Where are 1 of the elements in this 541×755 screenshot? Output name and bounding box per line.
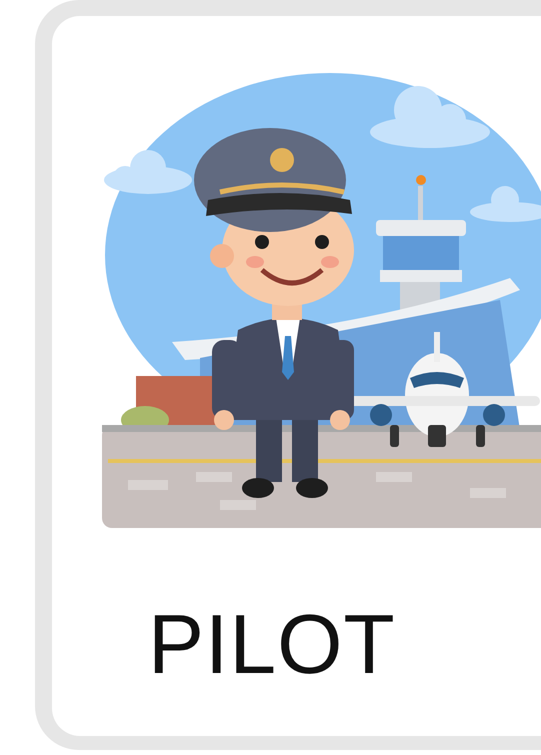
card-word: PILOT: [148, 602, 396, 686]
